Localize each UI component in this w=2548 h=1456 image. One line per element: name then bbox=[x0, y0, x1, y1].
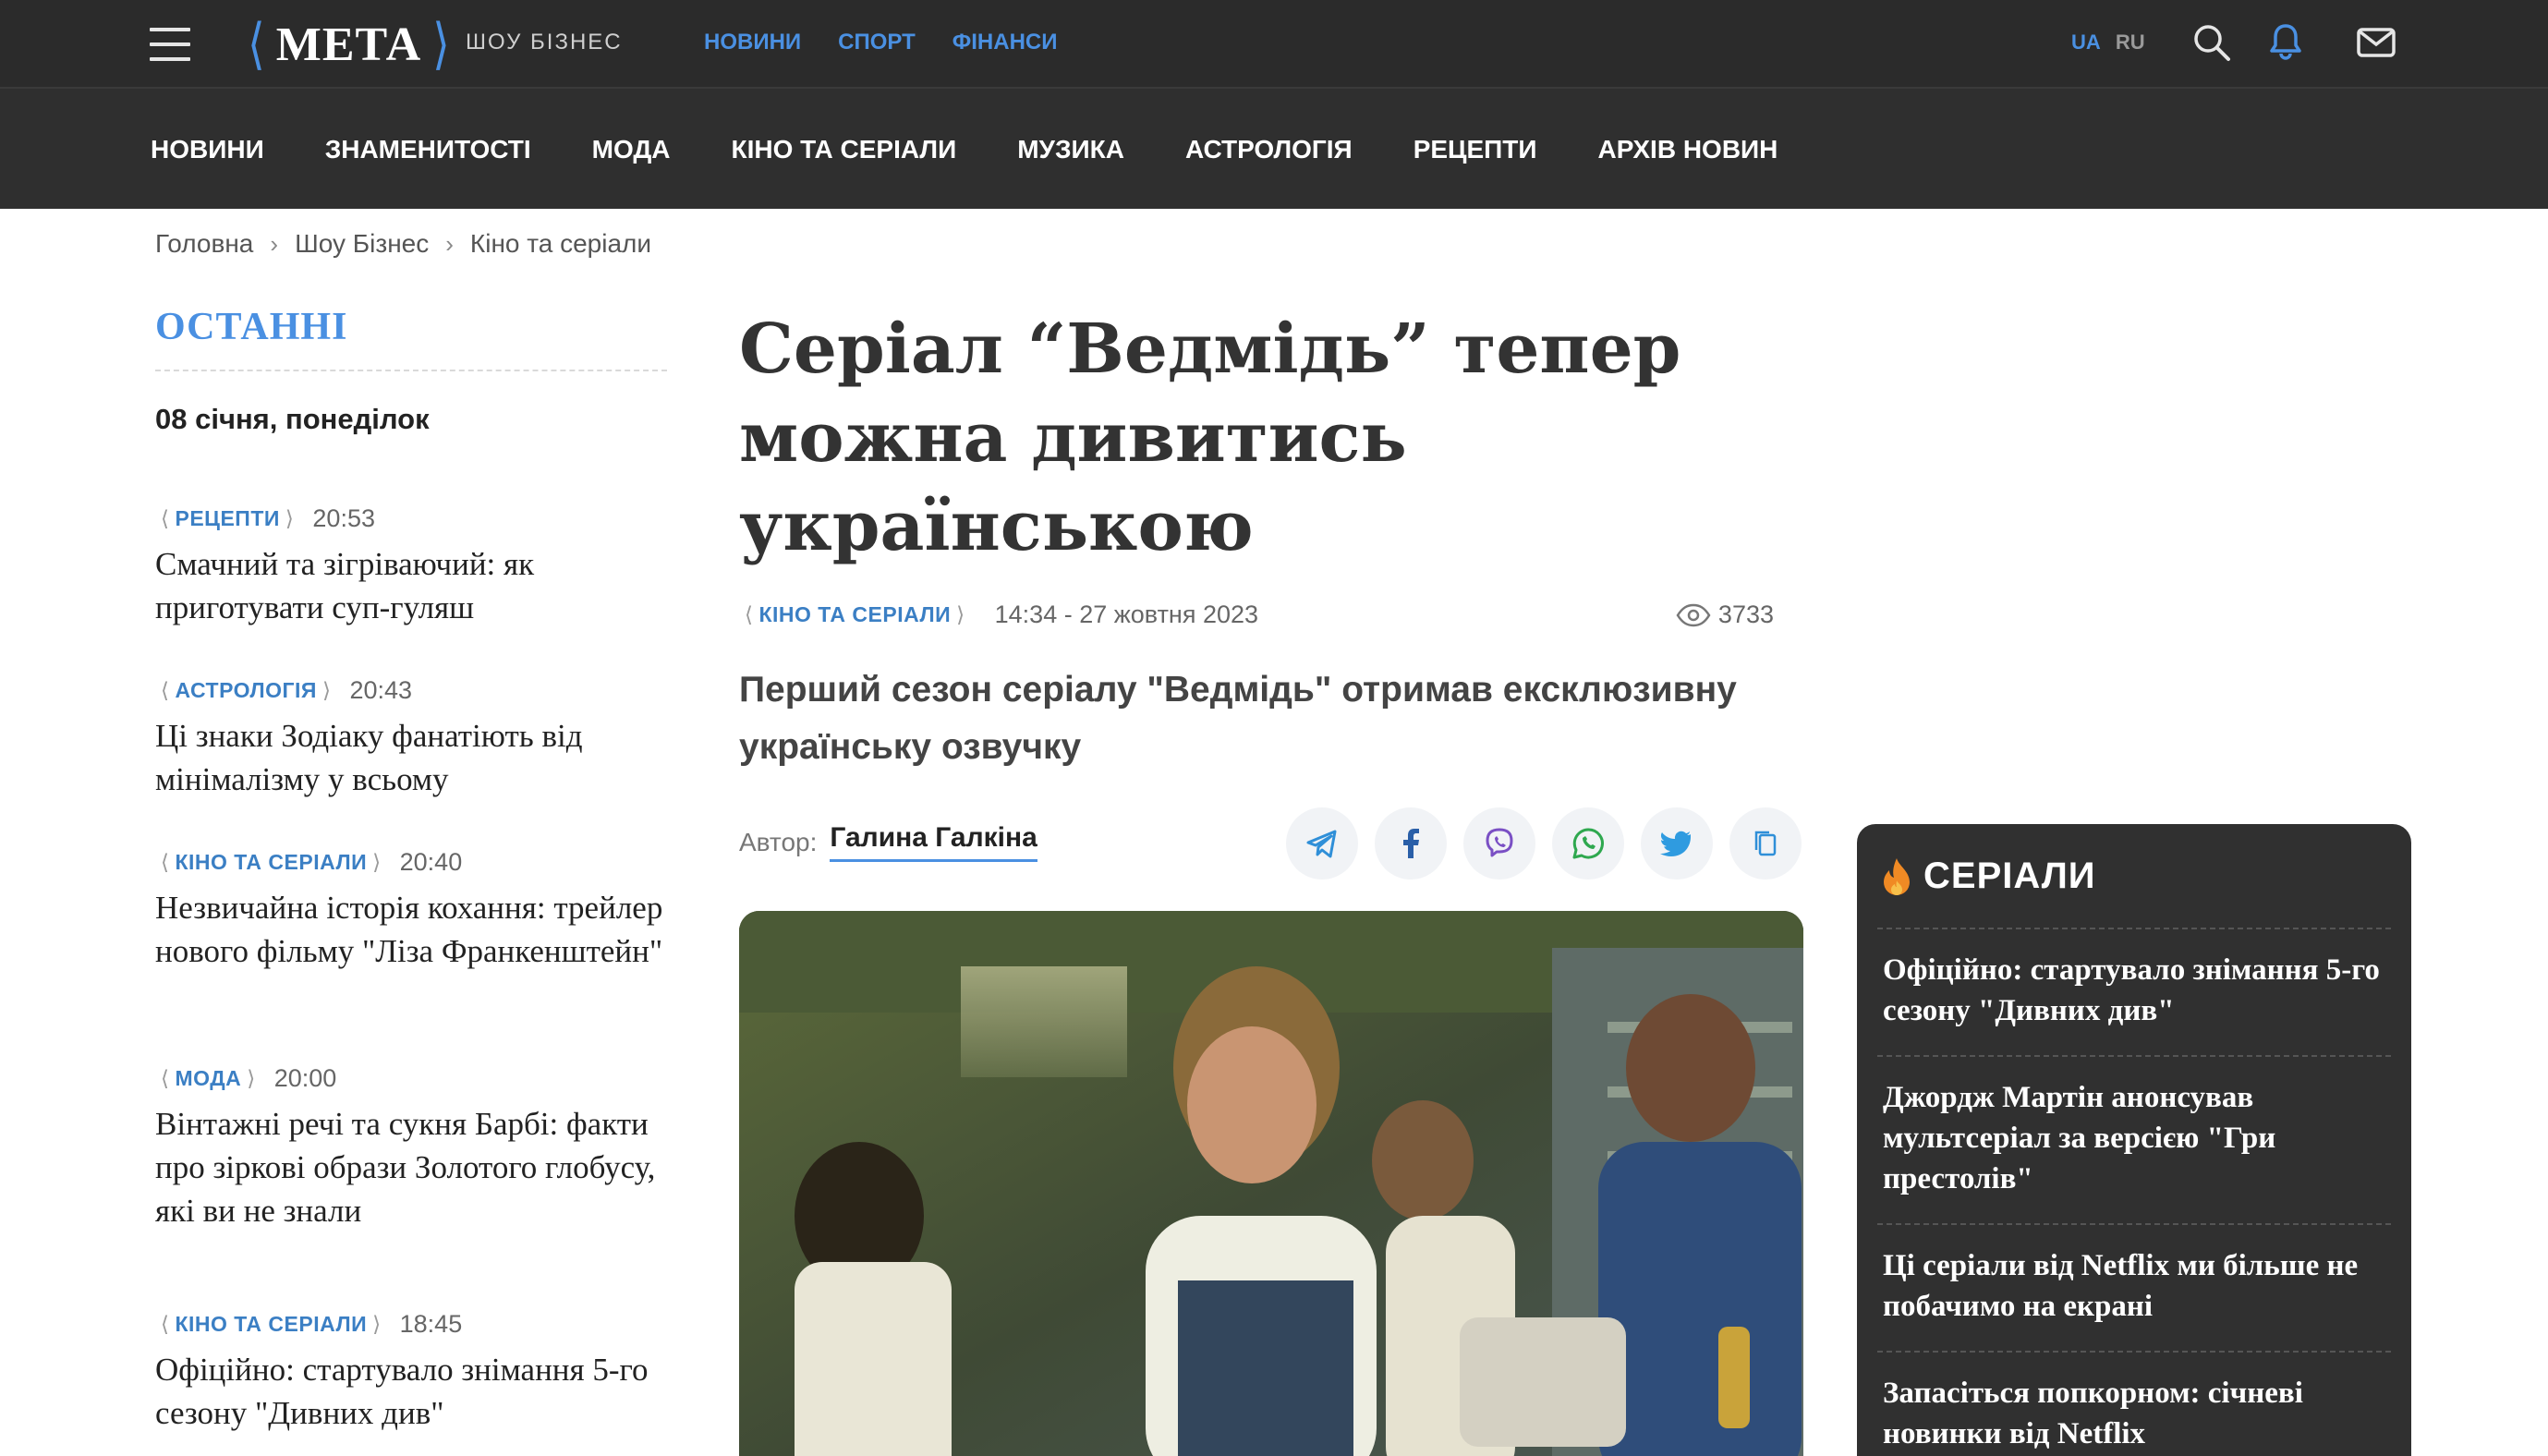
top-links: НОВИНИ СПОРТ ФІНАНСИ bbox=[704, 30, 1095, 55]
list-item[interactable]: ⟨ МОДА ⟩ 20:00 Вінтажні речі та сукня Барб… bbox=[155, 1064, 673, 1232]
news-title[interactable]: Незвичайна історія кохання: трейлер ново… bbox=[155, 886, 673, 973]
bell-icon[interactable] bbox=[2263, 20, 2308, 65]
list-item[interactable]: ⟨ КІНО ТА СЕРІАЛИ ⟩ 20:40 Незвичайна істор… bbox=[155, 848, 673, 973]
list-item[interactable]: Джордж Мартін анонсував мультсеріал за в… bbox=[1877, 1055, 2391, 1199]
news-meta: ⟨ КІНО ТА СЕРІАЛИ ⟩ 20:40 bbox=[155, 848, 673, 877]
category-tag[interactable]: ⟨ АСТРОЛОГІЯ ⟩ bbox=[155, 678, 336, 703]
article-datetime: 14:34 - 27 жовтня 2023 bbox=[994, 601, 1259, 628]
logo-bracket-right: ⟩ bbox=[432, 12, 450, 77]
top-bar: ⟨ МЕТА ⟩ ШОУ БІЗНЕС НОВИНИ СПОРТ ФІНАНСИ… bbox=[0, 0, 2548, 89]
list-item[interactable]: Офіційно: стартувало знімання 5-го сезон… bbox=[1877, 928, 2391, 1031]
share-buttons bbox=[1286, 807, 1818, 880]
author-link[interactable]: Галина Галкіна bbox=[830, 822, 1037, 862]
mail-icon[interactable] bbox=[2354, 20, 2398, 65]
twitter-icon[interactable] bbox=[1641, 807, 1713, 880]
news-meta: ⟨ МОДА ⟩ 20:00 bbox=[155, 1064, 673, 1093]
views-count: 3733 bbox=[1717, 601, 1774, 628]
logo-text: МЕТА bbox=[275, 18, 422, 71]
news-time: 20:40 bbox=[399, 848, 463, 876]
list-item[interactable]: Запасіться попкорном: січневі новинки ві… bbox=[1877, 1351, 2391, 1454]
top-link-sport[interactable]: СПОРТ bbox=[838, 30, 916, 55]
category-tag[interactable]: ⟨ КІНО ТА СЕРІАЛИ ⟩ bbox=[155, 1312, 387, 1337]
series-widget: СЕРІАЛИ Офіційно: стартувало знімання 5-… bbox=[1857, 824, 2411, 1456]
news-title[interactable]: Смачний та зігріваючий: як приготувати с… bbox=[155, 542, 673, 629]
nav-item-astrology[interactable]: АСТРОЛОГІЯ bbox=[1185, 135, 1353, 164]
series-title: СЕРІАЛИ bbox=[1923, 855, 2096, 896]
nav-item-movies-series[interactable]: КІНО ТА СЕРІАЛИ bbox=[732, 135, 957, 164]
views-counter: 3733 bbox=[1676, 601, 1774, 629]
news-title[interactable]: Офіційно: стартувало знімання 5-го сезон… bbox=[155, 1348, 673, 1435]
copy-icon[interactable] bbox=[1729, 807, 1802, 880]
article-lead: Перший сезон серіалу "Ведмідь" отримав е… bbox=[739, 670, 1737, 767]
nav-item-news[interactable]: НОВИНИ bbox=[151, 135, 264, 164]
category-tag[interactable]: ⟨ МОДА ⟩ bbox=[155, 1066, 261, 1091]
news-time: 18:45 bbox=[399, 1310, 463, 1338]
chevron-right-icon: › bbox=[445, 229, 454, 258]
breadcrumb-movies-series[interactable]: Кіно та серіали bbox=[470, 229, 651, 259]
category-tag[interactable]: ⟨ КІНО ТА СЕРІАЛИ ⟩ bbox=[155, 850, 387, 875]
latest-news-date: 08 січня, понеділок bbox=[155, 403, 430, 435]
fire-icon bbox=[1884, 857, 1910, 895]
nav-item-recipes[interactable]: РЕЦЕПТИ bbox=[1414, 135, 1537, 164]
article-category-tag[interactable]: ⟨ КІНО ТА СЕРІАЛИ ⟩ bbox=[739, 602, 971, 627]
news-time: 20:43 bbox=[349, 676, 413, 704]
news-meta: ⟨ КІНО ТА СЕРІАЛИ ⟩ 18:45 bbox=[155, 1310, 673, 1339]
top-link-finance[interactable]: ФІНАНСИ bbox=[952, 30, 1058, 55]
menu-icon[interactable] bbox=[150, 28, 190, 61]
latest-news-title: ОСТАННІ bbox=[155, 306, 348, 348]
logo-section-label[interactable]: ШОУ БІЗНЕС bbox=[466, 30, 623, 55]
author-label: Автор: bbox=[739, 827, 818, 856]
nav-item-archive[interactable]: АРХІВ НОВИН bbox=[1598, 135, 1778, 164]
series-item-title[interactable]: Ці серіали від Netflix ми більше не поба… bbox=[1883, 1245, 2385, 1327]
nav-item-music[interactable]: МУЗИКА bbox=[1017, 135, 1124, 164]
latest-news: ОСТАННІ 08 січня, понеділок bbox=[155, 305, 667, 436]
list-item[interactable]: ⟨ РЕЦЕПТИ ⟩ 20:53 Смачний та зігріваючий: … bbox=[155, 504, 673, 629]
news-meta: ⟨ РЕЦЕПТИ ⟩ 20:53 bbox=[155, 504, 673, 533]
news-time: 20:00 bbox=[273, 1064, 337, 1092]
series-header: СЕРІАЛИ bbox=[1881, 855, 2096, 897]
top-link-news[interactable]: НОВИНИ bbox=[704, 30, 801, 55]
facebook-icon[interactable] bbox=[1375, 807, 1447, 880]
breadcrumb: Головна › Шоу Бізнес › Кіно та серіали bbox=[155, 229, 651, 259]
news-meta: ⟨ АСТРОЛОГІЯ ⟩ 20:43 bbox=[155, 676, 673, 705]
news-time: 20:53 bbox=[312, 504, 375, 532]
telegram-icon[interactable] bbox=[1286, 807, 1358, 880]
search-icon[interactable] bbox=[2190, 20, 2234, 65]
site-logo[interactable]: ⟨ МЕТА ⟩ bbox=[248, 17, 450, 72]
nav-item-celebrities[interactable]: ЗНАМЕНИТОСТІ bbox=[325, 135, 531, 164]
article-image bbox=[739, 911, 1803, 1456]
list-item[interactable]: ⟨ КІНО ТА СЕРІАЛИ ⟩ 18:45 Офіційно: старту… bbox=[155, 1310, 673, 1435]
lang-ru[interactable]: RU bbox=[2116, 30, 2145, 54]
chevron-right-icon: › bbox=[270, 229, 279, 258]
divider bbox=[155, 370, 667, 371]
author-line: Автор: Галина Галкіна bbox=[739, 822, 1037, 862]
news-title[interactable]: Ці знаки Зодіаку фанатіють від мінімаліз… bbox=[155, 714, 673, 801]
lang-ua[interactable]: UA bbox=[2071, 30, 2101, 54]
nav-item-fashion[interactable]: МОДА bbox=[592, 135, 671, 164]
list-item[interactable]: Ці серіали від Netflix ми більше не поба… bbox=[1877, 1223, 2391, 1327]
breadcrumb-show-business[interactable]: Шоу Бізнес bbox=[295, 229, 429, 259]
eye-icon bbox=[1676, 603, 1711, 626]
breadcrumb-home[interactable]: Головна bbox=[155, 229, 253, 259]
article-headline: Серіал “Ведмідь” тепер можна дивитись ук… bbox=[739, 309, 1681, 566]
series-item-title[interactable]: Запасіться попкорном: січневі новинки ві… bbox=[1883, 1373, 2385, 1454]
whatsapp-icon[interactable] bbox=[1552, 807, 1624, 880]
list-item[interactable]: ⟨ АСТРОЛОГІЯ ⟩ 20:43 Ці знаки Зодіаку фана… bbox=[155, 676, 673, 801]
series-item-title[interactable]: Джордж Мартін анонсував мультсеріал за в… bbox=[1883, 1077, 2385, 1199]
article-meta: ⟨ КІНО ТА СЕРІАЛИ ⟩ 14:34 - 27 жовтня 2023… bbox=[739, 601, 1774, 629]
news-title[interactable]: Вінтажні речі та сукня Барбі: факти про … bbox=[155, 1102, 673, 1232]
viber-icon[interactable] bbox=[1463, 807, 1535, 880]
category-tag[interactable]: ⟨ РЕЦЕПТИ ⟩ bbox=[155, 506, 299, 531]
series-item-title[interactable]: Офіційно: стартувало знімання 5-го сезон… bbox=[1883, 950, 2385, 1031]
logo-bracket-left: ⟨ bbox=[248, 12, 265, 77]
category-nav: НОВИНИ ЗНАМЕНИТОСТІ МОДА КІНО ТА СЕРІАЛИ… bbox=[0, 89, 2548, 209]
language-switcher: UA RU bbox=[2071, 30, 2145, 55]
